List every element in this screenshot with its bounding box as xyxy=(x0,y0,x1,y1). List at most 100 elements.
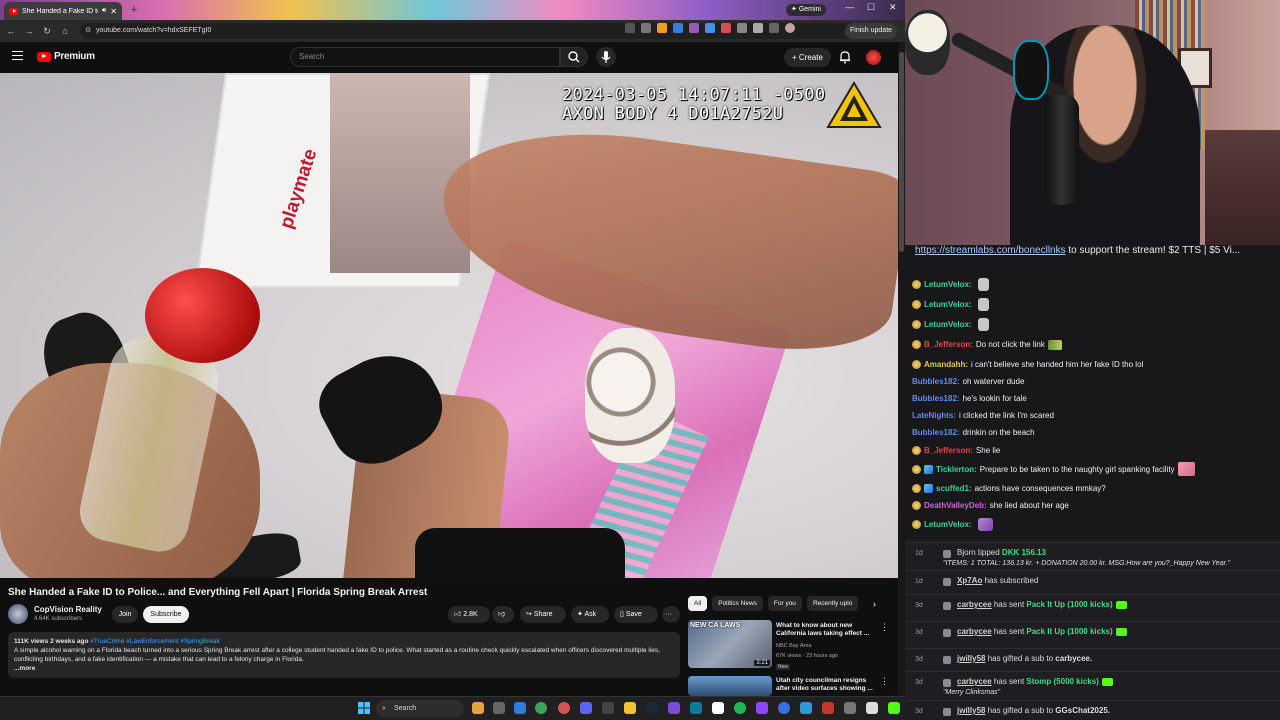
create-button[interactable]: + Create xyxy=(784,48,831,67)
account-avatar[interactable] xyxy=(866,50,881,65)
forward-icon[interactable]: → xyxy=(20,26,38,36)
recommended-thumbnail[interactable]: NEW CA LAWS 3:21 xyxy=(688,620,772,668)
folder-icon[interactable] xyxy=(624,702,636,714)
finish-update-button[interactable]: Finish update xyxy=(845,23,898,39)
app-icon[interactable] xyxy=(602,702,614,714)
reload-icon[interactable]: ↻ xyxy=(38,26,56,37)
activity-username[interactable]: jwilly58 xyxy=(957,706,985,715)
app-icon[interactable] xyxy=(778,702,790,714)
close-window-icon[interactable]: ✕ xyxy=(889,2,897,13)
gemini-button[interactable]: ✦ Gemini xyxy=(786,4,826,16)
extensions-puzzle-icon[interactable] xyxy=(737,23,747,33)
chat-username[interactable]: Bubbles182: xyxy=(912,376,960,387)
chat-username[interactable]: B_Jefferson: xyxy=(924,339,973,350)
activity-username[interactable]: carbycee xyxy=(957,600,992,609)
activity-username[interactable]: jwilly58 xyxy=(957,654,985,663)
video-description[interactable]: 111K views 2 weeks ago #TrueCrime #LawEn… xyxy=(8,632,680,678)
maximize-icon[interactable]: ☐ xyxy=(867,2,875,13)
ask-button[interactable]: ✦ Ask xyxy=(571,606,609,623)
notifications-bell-icon[interactable] xyxy=(838,50,852,64)
pinned-link[interactable]: https://streamlabs.com/bonecllnks xyxy=(915,245,1066,256)
discord-icon[interactable] xyxy=(580,702,592,714)
app-icon[interactable] xyxy=(712,702,724,714)
app-icon[interactable] xyxy=(866,702,878,714)
voice-search-button[interactable] xyxy=(596,47,616,67)
chat-username[interactable]: B_Jefferson: xyxy=(924,445,973,456)
kick-icon[interactable] xyxy=(888,702,900,714)
recommended-thumbnail[interactable] xyxy=(688,676,772,696)
chip-for-you[interactable]: For you xyxy=(767,596,802,611)
dislike-button[interactable]: 👎︎ xyxy=(492,606,514,623)
app-icon[interactable] xyxy=(800,702,812,714)
bookmark-star-icon[interactable] xyxy=(641,23,651,33)
speaker-icon[interactable]: 🔊︎ xyxy=(102,7,106,15)
chat-username[interactable]: LetumVelox: xyxy=(924,519,972,530)
new-tab-button[interactable]: + xyxy=(127,3,141,17)
search-input[interactable]: Search xyxy=(290,47,560,67)
task-view-icon[interactable] xyxy=(493,702,505,714)
share-button[interactable]: ↪ Share xyxy=(520,606,566,623)
show-more-link[interactable]: ...more xyxy=(14,665,35,672)
browser-tab[interactable]: She Handed a Fake ID to Po 🔊︎ ✕ xyxy=(4,2,122,20)
scrollbar-thumb[interactable] xyxy=(899,52,904,252)
chat-username[interactable]: scuffed1: xyxy=(936,483,972,494)
activity-username[interactable]: Xp7Ao xyxy=(957,576,982,585)
subscribe-button[interactable]: Subscribe xyxy=(143,606,189,623)
cast-icon[interactable] xyxy=(625,23,635,33)
app-icon[interactable] xyxy=(844,702,856,714)
youtube-logo[interactable]: Premium xyxy=(37,51,95,62)
app-icon[interactable] xyxy=(756,702,768,714)
like-button[interactable]: 👍︎ 2.8K xyxy=(448,606,490,623)
recommended-title[interactable]: Utah city councilman resigns after video… xyxy=(776,677,876,693)
page-scrollbar[interactable] xyxy=(898,42,905,696)
recommended-title[interactable]: What to know about new California laws t… xyxy=(776,622,876,638)
search-button[interactable] xyxy=(560,47,588,67)
recommended-channel[interactable]: NBC Bay Area xyxy=(776,643,811,650)
extension-icon[interactable] xyxy=(689,23,699,33)
chat-username[interactable]: LetumVelox: xyxy=(924,299,972,310)
chip-recently-uploaded[interactable]: Recently uplo xyxy=(806,596,859,611)
app-icon[interactable] xyxy=(514,702,526,714)
extension-icon[interactable] xyxy=(705,23,715,33)
save-button[interactable]: ▯ Save xyxy=(614,606,658,623)
site-info-icon[interactable]: ⚙ xyxy=(85,23,91,39)
windows-start-icon[interactable] xyxy=(358,702,370,714)
channel-avatar[interactable] xyxy=(8,604,28,624)
sidebar-icon[interactable] xyxy=(753,23,763,33)
chat-username[interactable]: Bubbles182: xyxy=(912,427,960,438)
browser-icon[interactable] xyxy=(535,702,547,714)
spotify-icon[interactable] xyxy=(734,702,746,714)
menu-icon[interactable] xyxy=(12,51,23,60)
download-icon[interactable] xyxy=(769,23,779,33)
chat-username[interactable]: Amandahh: xyxy=(924,359,968,370)
extension-icon[interactable] xyxy=(657,23,667,33)
minimize-icon[interactable]: — xyxy=(845,2,854,12)
chat-username[interactable]: LateNights: xyxy=(912,410,956,421)
activity-username[interactable]: carbycee xyxy=(957,677,992,686)
more-options-icon[interactable]: ⋮ xyxy=(880,676,889,687)
chat-username[interactable]: Bubbles182: xyxy=(912,393,960,404)
activity-username[interactable]: carbycee xyxy=(957,627,992,636)
app-icon[interactable] xyxy=(472,702,484,714)
chat-username[interactable]: LetumVelox: xyxy=(924,319,972,330)
channel-name[interactable]: CopVision Reality xyxy=(34,605,102,614)
chat-username[interactable]: Ticklerton: xyxy=(936,464,977,475)
steam-icon[interactable] xyxy=(646,702,658,714)
chip-all[interactable]: All xyxy=(688,596,708,611)
extension-icon[interactable] xyxy=(721,23,731,33)
extension-icon[interactable] xyxy=(673,23,683,33)
chat-username[interactable]: LetumVelox: xyxy=(924,279,972,290)
video-player[interactable]: playmate 2024-03-05 14:07:11 -0500 AXON … xyxy=(0,73,898,578)
chat-username[interactable]: DeathValleyDeb: xyxy=(924,500,987,511)
more-options-icon[interactable]: ⋮ xyxy=(880,622,889,633)
app-icon[interactable] xyxy=(668,702,680,714)
close-tab-icon[interactable]: ✕ xyxy=(110,7,117,16)
hashtags[interactable]: #TrueCrime #LawEnforcement #SpringBreak xyxy=(90,638,219,645)
back-icon[interactable]: ← xyxy=(2,26,20,36)
app-icon[interactable] xyxy=(558,702,570,714)
profile-avatar[interactable] xyxy=(785,23,795,33)
home-icon[interactable]: ⌂ xyxy=(56,26,74,36)
join-button[interactable]: Join xyxy=(112,606,138,623)
chevron-right-icon[interactable]: › xyxy=(873,599,876,609)
taskbar-search[interactable]: ⌕ Search xyxy=(376,700,464,717)
